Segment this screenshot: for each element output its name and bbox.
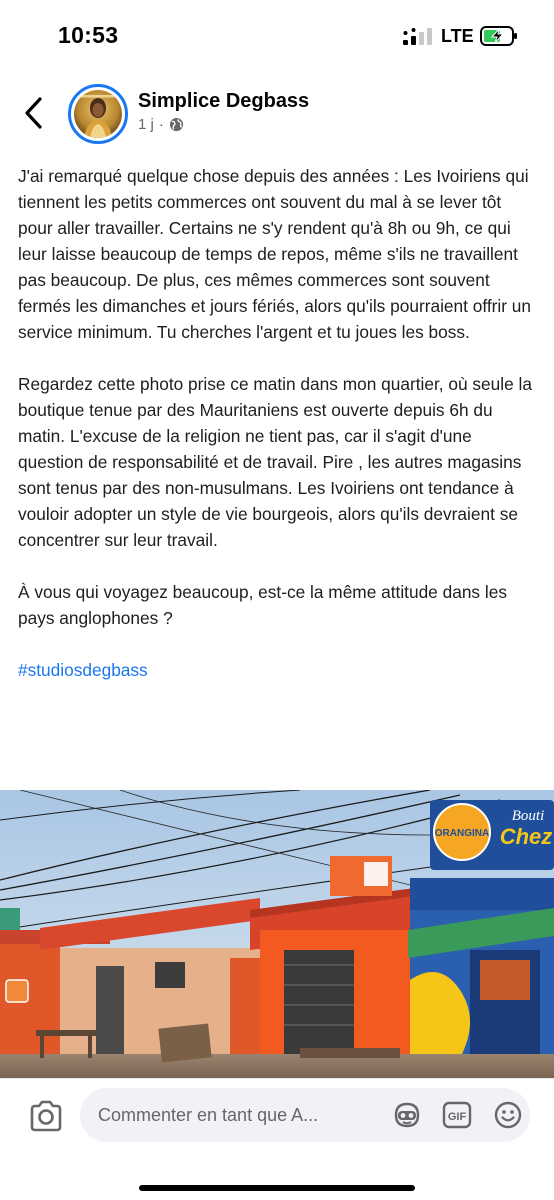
author-name[interactable]: Simplice Degbass: [138, 90, 309, 113]
chez-sign: Chez: [500, 824, 553, 849]
hashtag-link[interactable]: #studiosdegbass: [18, 660, 148, 680]
post-header: Simplice Degbass 1 j ·: [0, 78, 554, 148]
comment-input[interactable]: Commenter en tant que A...: [80, 1088, 374, 1142]
gif-icon[interactable]: GIF: [442, 1101, 472, 1129]
comment-bar: Commenter en tant que A... GIF: [0, 1078, 554, 1200]
comment-actions: GIF: [374, 1088, 530, 1142]
gif-label: GIF: [448, 1111, 467, 1123]
post-paragraph-2: Regardez cette photo prise ce matin dans…: [18, 374, 532, 550]
chevron-left-icon[interactable]: [20, 96, 48, 130]
home-indicator: [139, 1185, 415, 1191]
post-page: 10:53 LTE Simplice Degbass 1 j · J'ai re…: [0, 0, 554, 1200]
status-time: 10:53: [58, 22, 119, 48]
post-timestamp[interactable]: 1 j: [138, 116, 154, 133]
globe-icon: [169, 117, 183, 132]
camera-icon[interactable]: [28, 1100, 64, 1132]
bouti-sign: Bouti: [512, 808, 545, 824]
post-photo[interactable]: ORANGINA Bouti Chez: [0, 790, 554, 1078]
post-paragraph-3: À vous qui voyagez beaucoup, est-ce la m…: [18, 582, 507, 628]
avatar[interactable]: [68, 84, 128, 144]
meta-separator: ·: [158, 116, 164, 133]
post-paragraph-1: J'ai remarqué quelque chose depuis des a…: [18, 166, 532, 342]
signal-strength-icon: [403, 28, 432, 45]
battery-charging-icon: [480, 26, 517, 46]
network-type: LTE: [441, 26, 474, 46]
orangina-sign: ORANGINA: [435, 828, 489, 839]
profile-photo: [74, 90, 122, 138]
emoji-icon[interactable]: [494, 1101, 522, 1129]
post-body: J'ai remarqué quelque chose depuis des a…: [18, 163, 540, 709]
status-bar: 10:53 LTE: [0, 0, 554, 70]
avatar-sticker-icon[interactable]: [392, 1101, 422, 1129]
post-meta: 1 j ·: [138, 116, 184, 133]
